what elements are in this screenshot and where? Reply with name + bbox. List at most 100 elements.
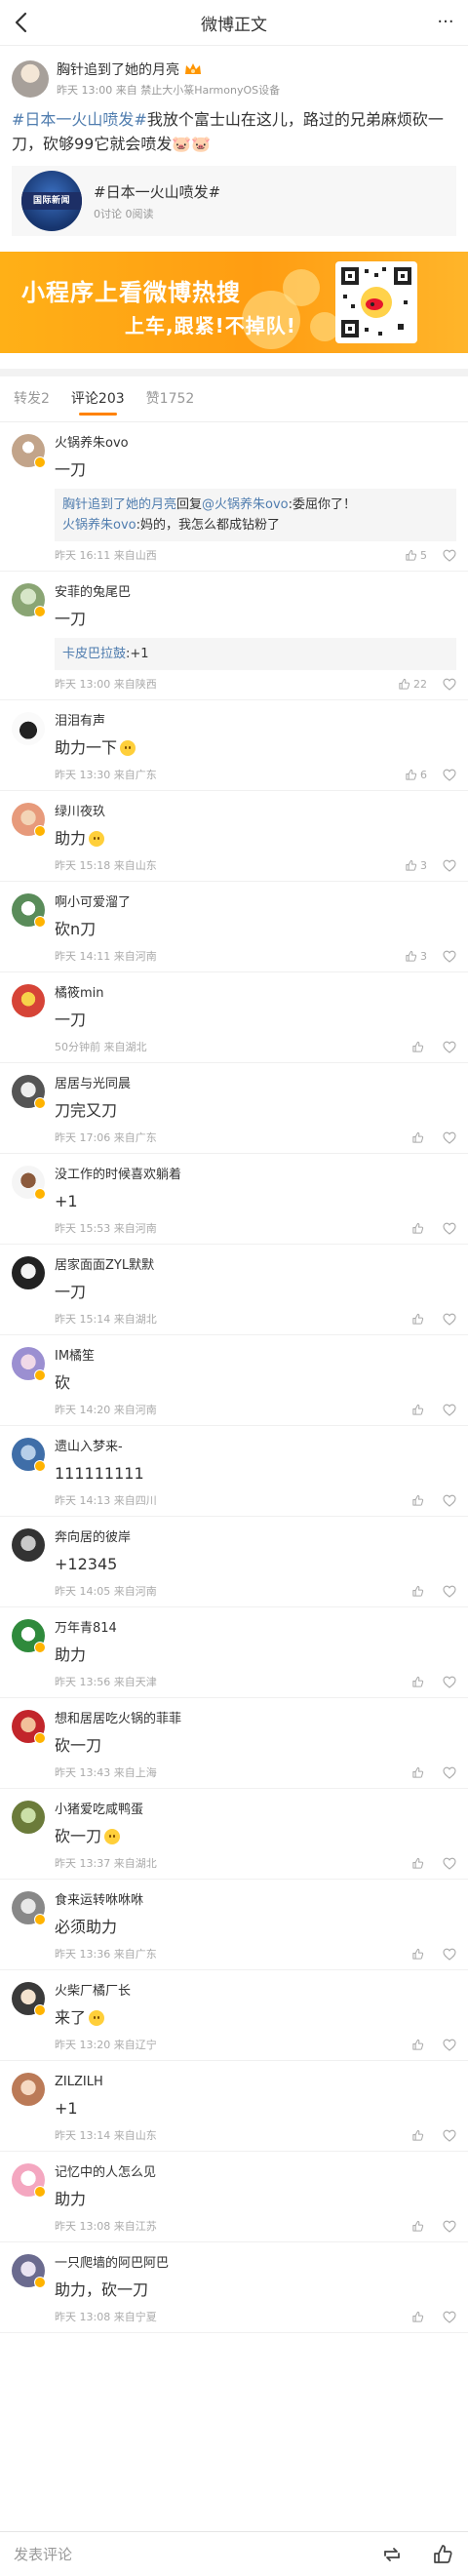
commenter-avatar[interactable] [12,2254,46,2288]
thumbs-up-icon[interactable] [431,2543,454,2566]
more-options-icon[interactable]: ··· [433,14,458,31]
heart-icon[interactable] [443,2311,456,2323]
heart-icon[interactable] [443,1404,456,1416]
comment-like-button[interactable] [411,1857,427,1870]
commenter-name[interactable]: 没工作的时候喜欢躺着 [55,1166,456,1185]
commenter-avatar[interactable] [12,1347,46,1381]
commenter-name[interactable]: 橘筱min [55,984,456,1004]
comment-input[interactable]: 发表评论 [14,2544,353,2564]
comment-like-button[interactable] [411,1766,427,1779]
heart-icon[interactable] [443,769,456,781]
commenter-name[interactable]: 遗山入梦来- [55,1438,456,1457]
comment-like-button[interactable] [411,1948,427,1961]
commenter-avatar[interactable] [12,1075,46,1109]
commenter-name[interactable]: 小猪爱吃咸鸭蛋 [55,1801,456,1820]
heart-icon[interactable] [443,1494,456,1507]
commenter-name[interactable]: 泪泪有声 [55,712,456,732]
heart-icon[interactable] [443,549,456,562]
comment-like-button[interactable] [411,2039,427,2051]
commenter-avatar[interactable] [12,2163,46,2198]
commenter-avatar[interactable] [12,583,46,617]
reply-thread[interactable]: 胸针追到了她的月亮回复@火锅养朱ovo:委屈你了！ 火锅养朱ovo:妈的，我怎么… [55,489,456,541]
heart-icon[interactable] [443,2220,456,2233]
comment-meta: 昨天 13:00 来自陕西 [55,678,157,691]
commenter-avatar[interactable] [12,893,46,928]
tab-comments[interactable]: 评论203 [71,376,125,421]
comment-like-button[interactable] [411,1494,427,1507]
comment-like-button[interactable] [411,1676,427,1688]
repost-icon[interactable] [380,2543,404,2566]
commenter-name[interactable]: 想和居居吃火锅的菲菲 [55,1710,456,1729]
comment-like-button[interactable]: 5 [405,549,427,562]
back-arrow-icon[interactable] [10,10,35,35]
heart-icon[interactable] [443,859,456,872]
comment-like-button[interactable]: 3 [405,950,427,963]
author-name[interactable]: 胸针追到了她的月亮 [57,59,179,79]
heart-icon[interactable] [443,1313,456,1326]
comment-like-button[interactable]: 22 [398,678,427,691]
commenter-name[interactable]: 居家面面ZYL默默 [55,1256,456,1276]
commenter-avatar[interactable] [12,1166,46,1200]
reply-thread[interactable]: 卡皮巴拉鼓:+1 [55,638,456,670]
commenter-name[interactable]: 居居与光同晨 [55,1075,456,1094]
author-avatar[interactable] [12,59,49,98]
comment-like-button[interactable] [411,2220,427,2233]
commenter-avatar[interactable] [12,2073,45,2106]
comment-like-button[interactable] [411,2129,427,2142]
commenter-name[interactable]: 万年青814 [55,1619,456,1639]
commenter-avatar[interactable] [12,1801,45,1834]
commenter-avatar[interactable] [12,1891,46,1925]
promo-banner[interactable]: 小程序上看微博热搜 上车,跟紧!不掉队! [0,252,468,353]
heart-icon[interactable] [443,2039,456,2051]
commenter-name[interactable]: 记忆中的人怎么见 [55,2163,456,2183]
reply-user[interactable]: 卡皮巴拉鼓 [62,647,126,661]
comment-like-button[interactable] [411,2311,427,2323]
heart-icon[interactable] [443,678,456,691]
commenter-name[interactable]: ZILZILH [55,2073,456,2092]
commenter-name[interactable]: 火锅养朱ovo [55,434,456,454]
comment-like-button[interactable]: 6 [405,769,427,781]
comment-like-button[interactable] [411,1313,427,1326]
comment-like-button[interactable] [411,1131,427,1144]
commenter-name[interactable]: 奔向居的彼岸 [55,1528,456,1548]
heart-icon[interactable] [443,2129,456,2142]
commenter-avatar[interactable] [12,1256,45,1289]
commenter-name[interactable]: 火柴厂橘厂长 [55,1982,456,2001]
comment-like-button[interactable] [411,1585,427,1598]
tab-reposts[interactable]: 转发2 [14,376,50,421]
heart-icon[interactable] [443,1766,456,1779]
commenter-name[interactable]: 啊小可爱溜了 [55,893,456,913]
comment-like-button[interactable]: 3 [405,859,427,872]
comment-like-button[interactable] [411,1222,427,1235]
heart-icon[interactable] [443,1857,456,1870]
commenter-avatar[interactable] [12,1528,45,1562]
heart-icon[interactable] [443,950,456,963]
heart-icon[interactable] [443,1222,456,1235]
heart-icon[interactable] [443,1041,456,1053]
commenter-avatar[interactable] [12,803,46,837]
tab-likes[interactable]: 赞1752 [146,376,195,421]
commenter-avatar[interactable] [12,984,45,1017]
reply-mention[interactable]: @火锅养朱ovo [202,497,289,512]
commenter-avatar[interactable] [12,1619,46,1653]
heart-icon[interactable] [443,1585,456,1598]
heart-icon[interactable] [443,1131,456,1144]
comment-like-button[interactable] [411,1404,427,1416]
heart-icon[interactable] [443,1676,456,1688]
commenter-avatar[interactable] [12,1710,46,1744]
commenter-avatar[interactable] [12,712,45,745]
commenter-name[interactable]: 一只爬墙的阿巴阿巴 [55,2254,456,2274]
commenter-name[interactable]: 食来运转咻咻咻 [55,1891,456,1911]
heart-icon[interactable] [443,1948,456,1961]
commenter-name[interactable]: 安菲的兔尾巴 [55,583,456,603]
commenter-avatar[interactable] [12,1982,46,2016]
commenter-avatar[interactable] [12,1438,46,1472]
commenter-name[interactable]: 绿川夜玖 [55,803,456,822]
commenter-avatar[interactable] [12,434,46,468]
topic-card[interactable]: 国际新闻 #日本一火山喷发# 0讨论 0阅读 [12,166,456,236]
topic-link[interactable]: #日本一火山喷发# [12,110,147,129]
comment-like-button[interactable] [411,1041,427,1053]
reply-user[interactable]: 胸针追到了她的月亮 [62,497,176,512]
commenter-name[interactable]: IM橘笙 [55,1347,456,1367]
reply-user[interactable]: 火锅养朱ovo [62,518,136,533]
